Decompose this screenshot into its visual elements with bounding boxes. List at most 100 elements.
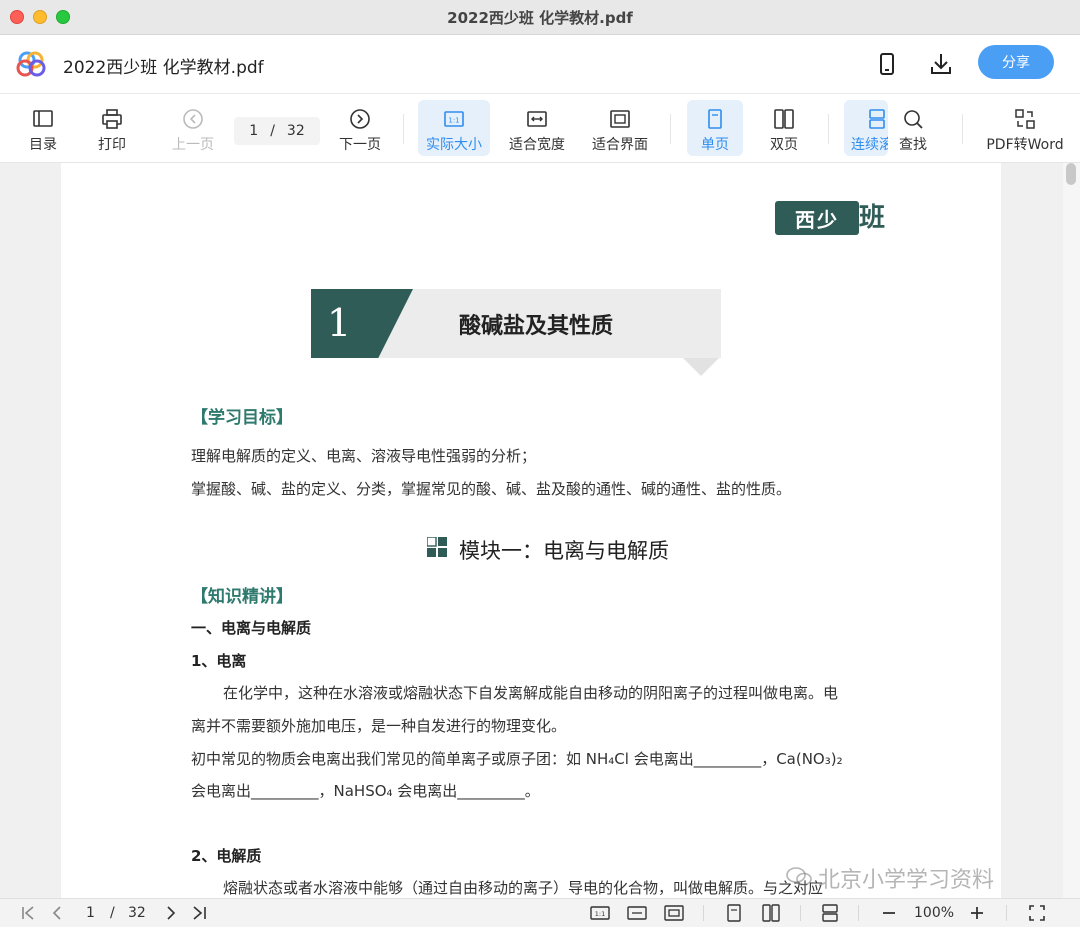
toolbar-divider	[403, 114, 404, 144]
next-page-label: 下一页	[339, 137, 381, 153]
app-logo-icon	[16, 51, 46, 77]
watermark-text: 北京小学学习资料	[818, 868, 995, 893]
find-label: 查找	[899, 137, 927, 153]
single-page-label: 单页	[701, 137, 729, 153]
zoom-window-button[interactable]	[56, 10, 70, 24]
svg-text:1:1: 1:1	[448, 117, 459, 125]
prev-page-button[interactable]: 上一页	[168, 100, 218, 156]
paragraph-3-line-1: 熔融状态或者水溶液中能够（通过自由移动的离子）导电的化合物，叫做电解质。与之对应	[223, 879, 824, 897]
status-page-separator: /	[110, 905, 115, 921]
chapter-title: 酸碱盐及其性质	[459, 314, 614, 339]
status-double-page-icon[interactable]	[761, 903, 781, 923]
brand-logo-tail: 班	[859, 203, 886, 233]
share-button[interactable]: 分享	[978, 45, 1054, 79]
window-title: 2022西少班 化学教材.pdf	[447, 8, 633, 27]
heading-1: 一、电离与电解质	[191, 619, 312, 637]
double-page-button[interactable]: 双页	[757, 100, 811, 156]
window-controls	[10, 10, 70, 24]
toolbar-divider	[670, 114, 671, 144]
close-window-button[interactable]	[10, 10, 24, 24]
search-icon	[904, 110, 923, 129]
actual-size-icon: 1:1	[444, 111, 464, 127]
single-page-button[interactable]: 单页	[687, 100, 743, 156]
continuous-scroll-label: 连续滚	[851, 137, 888, 153]
minimize-window-button[interactable]	[33, 10, 47, 24]
prev-page-label: 上一页	[172, 137, 214, 153]
actual-size-button[interactable]: 1:1 实际大小	[418, 100, 490, 156]
pdf-to-word-label: PDF转Word	[986, 137, 1064, 153]
fit-window-button[interactable]: 适合界面	[586, 100, 654, 156]
app-header: 2022西少班 化学教材.pdf 分享	[0, 35, 1080, 94]
paragraph-2-line-2: 会电离出_________，NaHSO₄ 会电离出_________。	[191, 782, 540, 800]
chevron-right-circle-icon	[350, 109, 370, 129]
total-pages: 32	[286, 123, 305, 139]
pdf-page: 西少 班 1 酸碱盐及其性质 【学习目标】 理解电解质的定义、电离、溶液导电性强…	[61, 163, 1001, 898]
fit-window-icon	[610, 110, 630, 128]
mobile-phone-icon[interactable]	[874, 51, 900, 77]
toolbar-divider	[828, 114, 829, 144]
pdf-to-word-button[interactable]: PDF转Word	[984, 100, 1066, 156]
next-page-icon[interactable]	[162, 903, 180, 923]
current-page: 1	[249, 123, 259, 139]
goal-line-2: 掌握酸、碱、盐的定义、分类，掌握常见的酸、碱、盐及酸的通性、碱的通性、盐的性质。	[191, 480, 792, 498]
print-button[interactable]: 打印	[91, 100, 133, 156]
module-title: 模块一：电离与电解质	[459, 539, 669, 563]
page-number-input[interactable]: 1 / 32	[234, 117, 320, 145]
fit-width-button[interactable]: 适合宽度	[503, 100, 571, 156]
viewer-toolbar: 目录 打印 上一页 1 / 32 下一页 1:1 实际大小 适合宽度 适合界面 …	[0, 94, 1080, 163]
zoom-level: 100%	[914, 905, 955, 921]
fullscreen-icon[interactable]	[1028, 903, 1046, 923]
fit-width-label: 适合宽度	[509, 137, 565, 153]
find-button[interactable]: 查找	[893, 100, 933, 156]
next-page-button[interactable]: 下一页	[335, 100, 385, 156]
paragraph-2-line-1: 初中常见的物质会电离出我们常见的简单离子或原子团：如 NH₄Cl 会电离出___…	[191, 750, 843, 768]
svg-text:1:1: 1:1	[595, 910, 605, 918]
prev-page-icon[interactable]	[48, 903, 66, 923]
zoom-out-icon[interactable]	[880, 903, 898, 923]
heading-1-2: 2、电解质	[191, 847, 262, 865]
first-page-icon[interactable]	[20, 903, 38, 923]
status-divider	[858, 905, 859, 921]
single-page-icon	[708, 109, 722, 129]
status-actual-size-icon[interactable]: 1:1	[590, 903, 610, 923]
actual-size-label: 实际大小	[426, 137, 482, 153]
document-viewport[interactable]: 西少 班 1 酸碱盐及其性质 【学习目标】 理解电解质的定义、电离、溶液导电性强…	[0, 163, 1080, 898]
toc-button[interactable]: 目录	[22, 100, 64, 156]
status-total-pages: 32	[128, 905, 146, 921]
section-goals-heading: 【学习目标】	[191, 408, 293, 428]
status-divider	[1006, 905, 1007, 921]
goal-line-1: 理解电解质的定义、电离、溶液导电性强弱的分析；	[191, 447, 537, 465]
double-page-label: 双页	[770, 137, 798, 153]
status-single-page-icon[interactable]	[724, 903, 744, 923]
toc-icon	[33, 110, 53, 127]
fit-width-icon	[527, 111, 547, 127]
status-fit-width-icon[interactable]	[627, 903, 647, 923]
status-divider	[703, 905, 704, 921]
status-continuous-icon[interactable]	[820, 903, 840, 923]
document-name: 2022西少班 化学教材.pdf	[63, 58, 264, 78]
paragraph-1-line-1: 在化学中，这种在水溶液或熔融状态下自发离解成能自由移动的阴阳离子的过程叫做电离。…	[223, 684, 839, 702]
print-label: 打印	[98, 137, 126, 153]
scrollbar-track[interactable]	[1063, 163, 1080, 898]
chapter-banner-notch	[683, 358, 719, 376]
download-icon[interactable]	[928, 51, 954, 77]
module-icon	[427, 537, 447, 557]
status-divider	[800, 905, 801, 921]
title-bar: 2022西少班 化学教材.pdf	[0, 0, 1080, 35]
status-current-page[interactable]: 1	[86, 903, 95, 923]
wechat-watermark-icon	[786, 867, 812, 886]
chevron-left-circle-icon	[183, 109, 203, 129]
zoom-in-icon[interactable]	[968, 903, 986, 923]
scrollbar-thumb[interactable]	[1066, 163, 1076, 185]
toc-label: 目录	[29, 137, 57, 153]
continuous-scroll-icon	[869, 109, 885, 129]
continuous-scroll-button[interactable]: 连续滚	[844, 100, 888, 156]
page-separator: /	[270, 123, 275, 139]
fit-window-label: 适合界面	[592, 137, 648, 153]
toolbar-divider	[962, 114, 963, 144]
last-page-icon[interactable]	[190, 903, 208, 923]
printer-icon	[102, 109, 122, 129]
status-fit-window-icon[interactable]	[664, 903, 684, 923]
heading-1-1: 1、电离	[191, 652, 247, 670]
chapter-number: 1	[327, 301, 352, 345]
